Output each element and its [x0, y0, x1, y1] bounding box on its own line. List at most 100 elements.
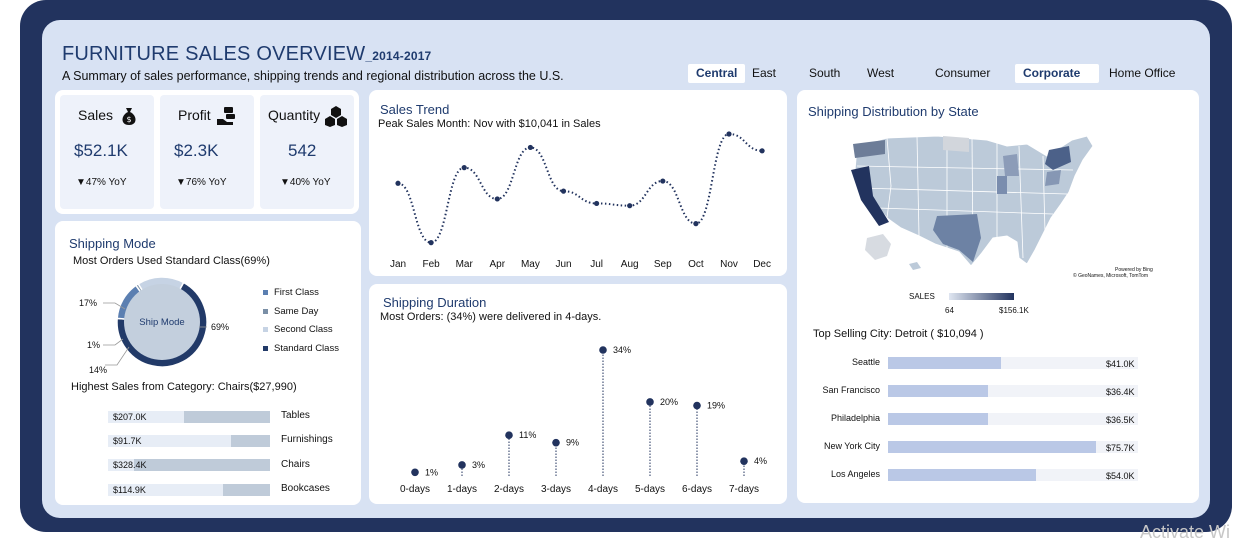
legend-label-same-day: Same Day — [274, 306, 319, 317]
city-bar-new-york-city — [888, 441, 1096, 453]
state-pennsylvania — [1045, 170, 1061, 186]
money-hand-icon — [217, 107, 235, 125]
legend-standard-class: Standard Class — [263, 343, 339, 354]
kpi-quantity-yoy: ▼40% YoY — [280, 177, 331, 188]
duration-point — [411, 468, 419, 477]
city-name-seattle: Seattle — [851, 357, 880, 367]
map-legend-gradient — [949, 293, 1014, 300]
legend-label-second-class: Second Class — [274, 324, 333, 335]
shipping-mode-subtitle: Most Orders Used Standard Class(69%) — [73, 255, 270, 267]
page-subtitle: A Summary of sales performance, shipping… — [62, 69, 564, 83]
ship-mode-donut-chart: Ship Mode 17% 1% 14% 69% — [79, 276, 229, 375]
trend-point — [726, 131, 732, 137]
filter-region-west[interactable]: West — [859, 64, 902, 83]
kpi-profit-value: $2.3K — [174, 141, 219, 160]
filter-segment-home-office[interactable]: Home Office — [1101, 64, 1183, 83]
city-value-seattle: $41.0K — [1106, 359, 1135, 369]
city-row-philadelphia — [888, 413, 1138, 425]
sales-trend-title: Sales Trend — [380, 102, 450, 117]
boxes-icon — [325, 106, 347, 127]
slice-label-same-day: 1% — [87, 340, 100, 350]
duration-category-label: 6-days — [682, 484, 712, 495]
trend-month-label: Apr — [490, 259, 506, 270]
shipping-mode-title: Shipping Mode — [69, 236, 156, 251]
filter-region-central[interactable]: Central — [688, 64, 746, 83]
kpi-quantity: Quantity 542 ▼40% YoY — [260, 95, 354, 209]
city-name-san-francisco: San Francisco — [822, 385, 880, 395]
duration-point — [646, 398, 654, 406]
city-name-los-angeles: Los Angeles — [830, 469, 880, 479]
legend-swatch-same-day — [263, 308, 268, 314]
legend-label-standard-class: Standard Class — [274, 343, 339, 354]
legend-first-class: First Class — [263, 287, 319, 298]
sales-trend-line-chart: Jan Feb Mar Apr May Jun Jul Aug Sep Oct Nov Dec — [390, 131, 771, 270]
city-row-los-angeles — [888, 469, 1138, 481]
trend-point — [560, 188, 567, 194]
category-value-tables: $207.0K — [113, 412, 147, 422]
trend-month-label: Jul — [590, 259, 603, 270]
trend-point — [693, 221, 699, 227]
duration-category-label: 3-days — [541, 484, 571, 495]
duration-point — [740, 457, 748, 465]
category-bar-tables — [184, 411, 270, 423]
filter-region-south[interactable]: South — [801, 64, 848, 83]
kpi-profit-label: Profit — [178, 107, 211, 123]
trend-month-label: Aug — [621, 259, 639, 270]
filter-region-east[interactable]: East — [744, 64, 784, 83]
trend-month-label: May — [521, 259, 540, 270]
map-legend-min: 64 — [945, 306, 954, 315]
kpi-quantity-value: 542 — [288, 141, 317, 160]
slice-label-first-class: 14% — [89, 365, 107, 375]
filter-segment-corporate[interactable]: Corporate — [1015, 64, 1099, 83]
trend-month-label: Sep — [654, 259, 672, 270]
duration-data-label: 11% — [519, 430, 536, 440]
duration-point — [552, 438, 560, 447]
trend-month-label: Oct — [688, 259, 704, 270]
us-state-map — [851, 135, 1094, 270]
category-bar-bookcases — [223, 484, 270, 496]
trend-point — [660, 178, 666, 184]
kpi-card: Sales $ $52.1K ▼47% YoY Profit $2.3K ▼76… — [55, 90, 359, 214]
duration-category-label: 4-days — [588, 484, 618, 495]
legend-swatch-standard-class — [263, 345, 268, 351]
shipping-duration-card: Shipping Duration Most Orders: (34%) wer… — [369, 284, 787, 504]
trend-point — [428, 240, 434, 246]
city-row-san-francisco — [888, 385, 1138, 397]
page-title: FURNITURE SALES OVERVIEW_2014-2017 — [62, 43, 431, 66]
category-label-chairs: Chairs — [281, 459, 310, 470]
state-hawaii — [909, 262, 921, 270]
trend-point — [759, 148, 765, 154]
trend-point — [627, 203, 633, 209]
trend-month-label: Nov — [720, 259, 738, 270]
kpi-sales-yoy: ▼47% YoY — [76, 177, 127, 188]
duration-data-label: 9% — [566, 438, 579, 448]
duration-category-label: 5-days — [635, 484, 665, 495]
category-label-tables: Tables — [281, 410, 310, 421]
state-alaska — [865, 234, 891, 260]
filter-segment-consumer[interactable]: Consumer — [927, 64, 998, 83]
state-texas — [933, 214, 981, 262]
city-bar-philadelphia — [888, 413, 988, 425]
trend-point — [527, 144, 533, 151]
duration-data-label: 19% — [707, 401, 725, 411]
city-bar-san-francisco — [888, 385, 988, 397]
legend-label-first-class: First Class — [274, 287, 319, 298]
category-value-furnishings: $91.7K — [113, 436, 142, 446]
city-name-philadelphia: Philadelphia — [830, 413, 880, 423]
kpi-sales-label: Sales — [78, 107, 114, 123]
map-legend-max: $156.1K — [999, 306, 1029, 315]
top-city-text: Top Selling City: Detroit ( $10,094 ) — [813, 328, 984, 340]
city-row-seattle — [888, 357, 1138, 369]
duration-data-label: 34% — [613, 345, 631, 355]
city-value-philadelphia: $36.5K — [1106, 415, 1135, 425]
legend-swatch-second-class — [263, 326, 268, 332]
title-years: _2014-2017 — [365, 49, 432, 63]
money-bag-icon: $ — [122, 108, 136, 125]
trend-month-label: Jun — [555, 259, 571, 270]
category-row-furnishings: $91.7K — [108, 435, 270, 447]
duration-category-label: 0-days — [400, 484, 430, 495]
shipping-map-title: Shipping Distribution by State — [808, 104, 979, 119]
kpi-profit: Profit $2.3K ▼76% YoY — [160, 95, 254, 209]
duration-point — [505, 431, 513, 440]
city-bar-seattle — [888, 357, 1001, 369]
